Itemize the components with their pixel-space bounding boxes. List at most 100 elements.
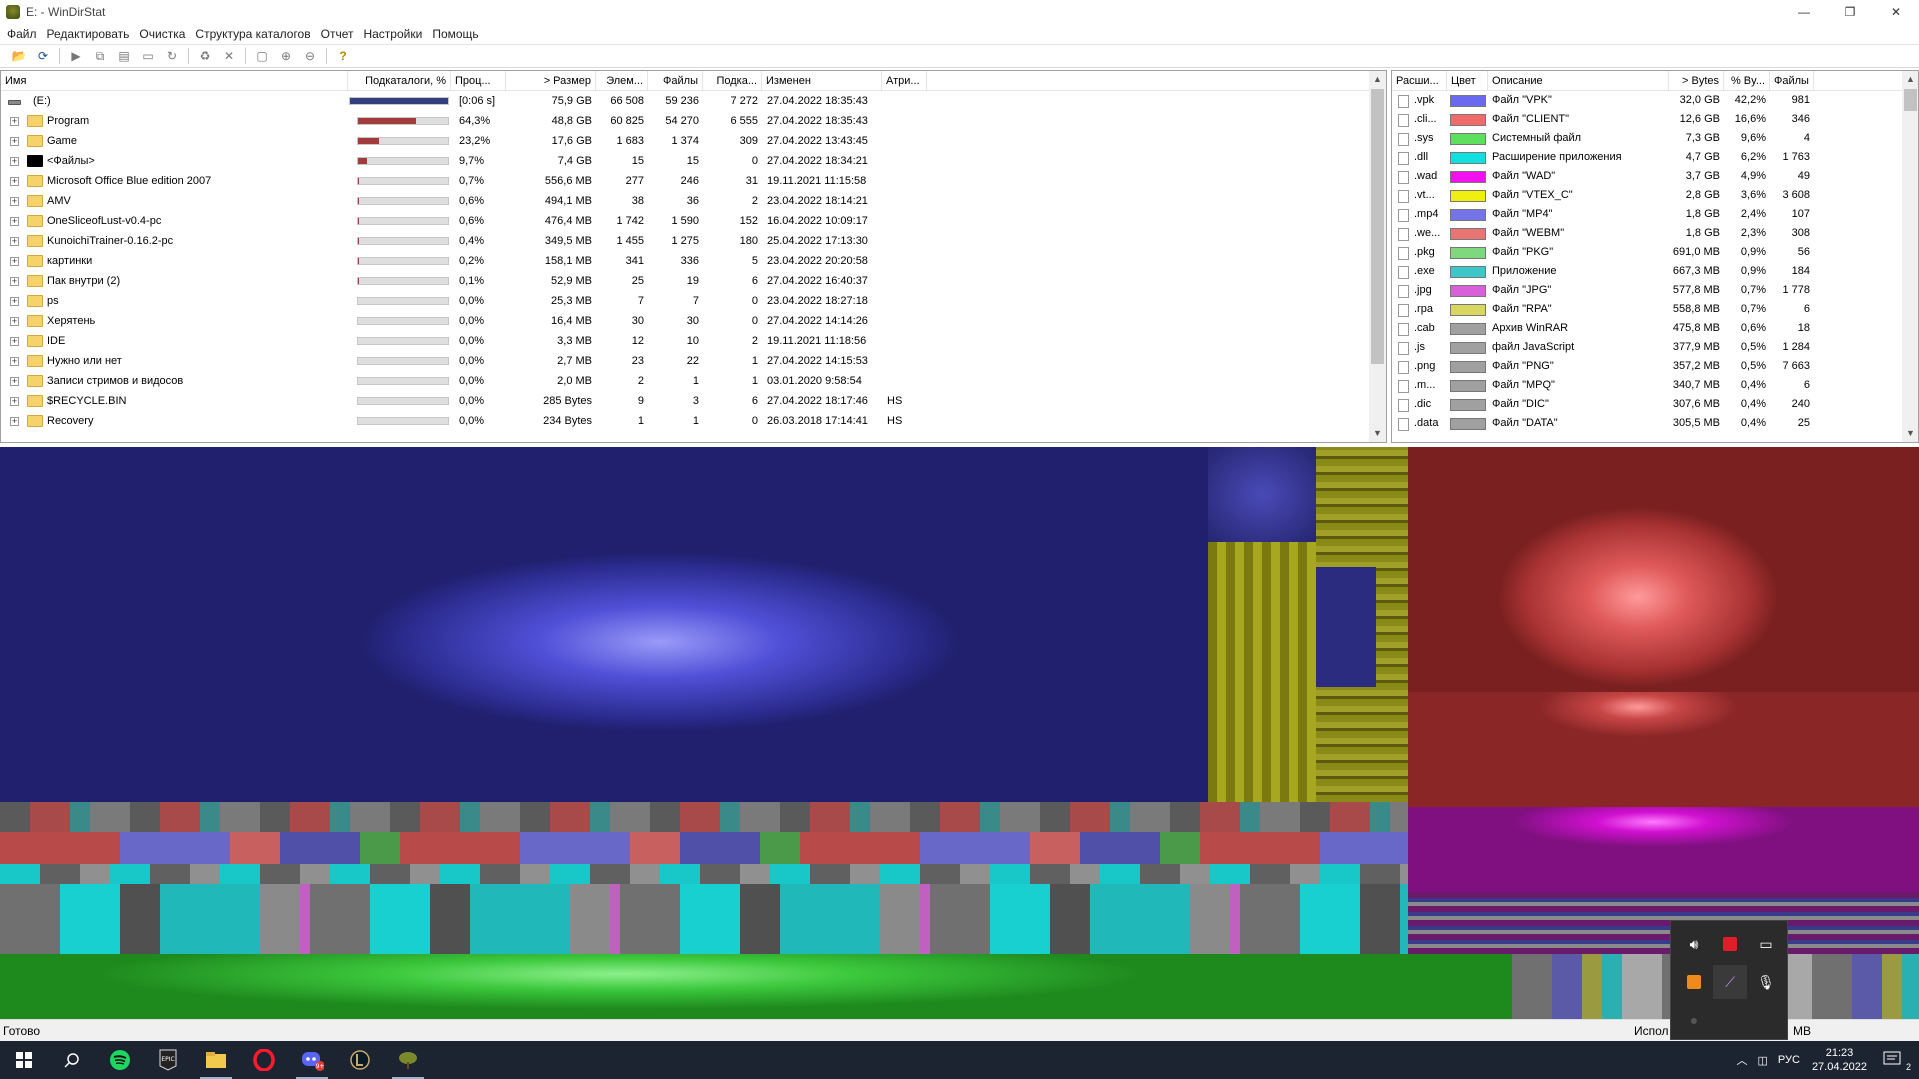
col-size[interactable]: > Размер — [506, 71, 596, 91]
expand-icon[interactable]: + — [10, 117, 19, 126]
tree-row[interactable]: + Записи стримов и видосов 0,0% 2,0 MB 2 1 1 03… — [1, 371, 1369, 391]
extension-row[interactable]: .m... Файл "MPQ" 340,7 MB 0,4% 6 — [1392, 376, 1902, 395]
menu-help[interactable]: Помощь — [427, 27, 483, 41]
col-ext-files[interactable]: Файлы — [1770, 71, 1814, 91]
expand-icon[interactable]: + — [10, 377, 19, 386]
treemap-mixed-strip-3[interactable] — [0, 864, 1408, 884]
spotify-icon[interactable] — [96, 1041, 144, 1079]
input-language[interactable]: РУС — [1778, 1054, 1800, 1066]
treemap[interactable] — [0, 447, 1919, 1019]
play-icon[interactable]: ▶ — [65, 46, 87, 66]
col-extension[interactable]: Расши... — [1392, 71, 1447, 91]
search-icon[interactable] — [48, 1041, 96, 1079]
extension-row[interactable]: .mp4 Файл "MP4" 1,8 GB 2,4% 107 — [1392, 205, 1902, 224]
extension-row[interactable]: .cli... Файл "CLIENT" 12,6 GB 16,6% 346 — [1392, 110, 1902, 129]
tree-row[interactable]: + Recovery 0,0% 234 Bytes 1 1 0 26.03.2018 17:1… — [1, 411, 1369, 431]
extension-row[interactable]: .jpg Файл "JPG" 577,8 MB 0,7% 1 778 — [1392, 281, 1902, 300]
network-icon[interactable]: ◫ — [1758, 1054, 1768, 1067]
expand-icon[interactable]: + — [10, 257, 19, 266]
tree-row[interactable]: + OneSliceofLust-v0.4-pc 0,6% 476,4 MB 1 742… — [1, 211, 1369, 231]
extension-row[interactable]: .vt... Файл "VTEX_C" 2,8 GB 3,6% 3 608 — [1392, 186, 1902, 205]
treemap-client-block-2[interactable] — [1408, 692, 1919, 807]
col-description[interactable]: Описание — [1488, 71, 1669, 91]
expand-icon[interactable]: + — [10, 317, 19, 326]
extension-row[interactable]: .vpk Файл "VPK" 32,0 GB 42,2% 981 — [1392, 91, 1902, 110]
menu-file[interactable]: Файл — [2, 27, 42, 41]
expand-icon[interactable]: + — [10, 157, 19, 166]
volume-icon[interactable]: 🔊︎ — [1677, 927, 1711, 961]
menu-cleanup[interactable]: Очистка — [134, 27, 190, 41]
extension-row[interactable]: .js файл JavaScript 377,9 MB 0,5% 1 284 — [1392, 338, 1902, 357]
tree-row[interactable]: + Херятень 0,0% 16,4 MB 30 30 0 27.04.2022 14:1… — [1, 311, 1369, 331]
help-icon[interactable]: ? — [332, 46, 354, 66]
refresh-icon[interactable]: ↻ — [161, 46, 183, 66]
tree-row[interactable]: + Game 23,2% 17,6 GB 1 683 1 374 309 27.04.2022… — [1, 131, 1369, 151]
expand-icon[interactable]: + — [10, 177, 19, 186]
extension-row[interactable]: .pkg Файл "PKG" 691,0 MB 0,9% 56 — [1392, 243, 1902, 262]
tree-row[interactable]: + AMV 0,6% 494,1 MB 38 36 2 23.04.2022 18:14:21 — [1, 191, 1369, 211]
extension-row[interactable]: .wad Файл "WAD" 3,7 GB 4,9% 49 — [1392, 167, 1902, 186]
menu-edit[interactable]: Редактировать — [42, 27, 135, 41]
col-name[interactable]: Имя — [1, 71, 348, 91]
col-bytes-pct[interactable]: % By... — [1724, 71, 1770, 91]
expand-icon[interactable]: + — [10, 197, 19, 206]
tree-row[interactable]: + KunoichiTrainer-0.16.2-pc 0,4% 349,5 MB 1 … — [1, 231, 1369, 251]
expand-icon[interactable]: + — [10, 277, 19, 286]
tree-row[interactable]: + Microsoft Office Blue edition 2007 0,7% 5… — [1, 171, 1369, 191]
extension-scrollbar[interactable]: ▲ ▼ — [1902, 71, 1918, 442]
new-folder-icon[interactable]: ▢ — [251, 46, 273, 66]
clock[interactable]: 21:23 27.04.2022 — [1812, 1046, 1867, 1074]
windirstat-icon[interactable] — [384, 1041, 432, 1079]
copy-path-icon[interactable]: ▤ — [113, 46, 135, 66]
expand-icon[interactable]: + — [10, 237, 19, 246]
show-hidden-icons-icon[interactable]: ︿ — [1737, 1052, 1748, 1068]
extension-row[interactable]: .png Файл "PNG" 357,2 MB 0,5% 7 663 — [1392, 357, 1902, 376]
col-items[interactable]: Элем... — [596, 71, 648, 91]
league-of-legends-icon[interactable] — [336, 1041, 384, 1079]
treemap-vtex-block[interactable] — [1208, 542, 1316, 802]
menu-report[interactable]: Отчет — [316, 27, 359, 41]
treemap-vpk-block-2[interactable] — [1208, 447, 1316, 542]
app-gray-icon[interactable]: ● — [1677, 1003, 1711, 1037]
expand-icon[interactable]: + — [10, 417, 19, 426]
expand-icon[interactable]: + — [10, 337, 19, 346]
extension-row[interactable]: .data Файл "DATA" 305,5 MB 0,4% 25 — [1392, 414, 1902, 433]
treemap-mixed-strip[interactable] — [0, 802, 1408, 832]
expand-icon[interactable]: + — [10, 137, 19, 146]
scroll-down-arrow-icon[interactable]: ▼ — [1902, 425, 1918, 442]
extension-row[interactable]: .exe Приложение 667,3 MB 0,9% 184 — [1392, 262, 1902, 281]
app-red-icon[interactable] — [1713, 927, 1747, 961]
treemap-dll-block[interactable] — [0, 884, 1408, 954]
col-color[interactable]: Цвет — [1447, 71, 1488, 91]
expand-icon[interactable]: + — [10, 217, 19, 226]
tree-row[interactable]: + картинки 0,2% 158,1 MB 341 336 5 23.04.2022 2… — [1, 251, 1369, 271]
col-attributes[interactable]: Атри... — [882, 71, 927, 91]
extension-row[interactable]: .we... Файл "WEBM" 1,8 GB 2,3% 308 — [1392, 224, 1902, 243]
app-orange-icon[interactable] — [1677, 965, 1711, 999]
maximize-button[interactable]: ❐ — [1827, 0, 1873, 24]
col-subdirs[interactable]: Подка... — [703, 71, 762, 91]
menu-options[interactable]: Настройки — [358, 27, 427, 41]
expand-icon[interactable]: + — [10, 297, 19, 306]
tree-row[interactable]: + ps 0,0% 25,3 MB 7 7 0 23.04.2022 18:27:18 — [1, 291, 1369, 311]
menu-treemap[interactable]: Структура каталогов — [190, 27, 315, 41]
col-modified[interactable]: Изменен — [762, 71, 882, 91]
tree-row[interactable]: + <Файлы> 9,7% 7,4 GB 15 15 0 27.04.2022 18:34:… — [1, 151, 1369, 171]
col-percent[interactable]: Проц... — [451, 71, 506, 91]
tree-row[interactable]: + Пак внутри (2) 0,1% 52,9 MB 25 19 6 27.04.202… — [1, 271, 1369, 291]
discord-icon[interactable]: 9+ — [288, 1041, 336, 1079]
extension-row[interactable]: .dll Расширение приложения 4,7 GB 6,2% 1 763 — [1392, 148, 1902, 167]
scroll-up-arrow-icon[interactable]: ▲ — [1369, 71, 1386, 88]
open-icon[interactable]: 📂 — [8, 46, 30, 66]
expand-icon[interactable]: + — [10, 397, 19, 406]
recycle-icon[interactable]: ♻ — [194, 46, 216, 66]
file-explorer-icon[interactable] — [192, 1041, 240, 1079]
tree-row[interactable]: + IDE 0,0% 3,3 MB 12 10 2 19.11.2021 11:18:56 — [1, 331, 1369, 351]
explorer-icon[interactable]: ▭ — [137, 46, 159, 66]
treemap-wad-block[interactable] — [1408, 807, 1919, 892]
treemap-vpk-block-3[interactable] — [1316, 567, 1376, 687]
treemap-misc-block[interactable] — [1408, 892, 1919, 954]
col-subdir-pct[interactable]: Подкаталоги, % — [348, 71, 451, 91]
expand-icon[interactable]: + — [10, 357, 19, 366]
scroll-down-arrow-icon[interactable]: ▼ — [1369, 425, 1386, 442]
